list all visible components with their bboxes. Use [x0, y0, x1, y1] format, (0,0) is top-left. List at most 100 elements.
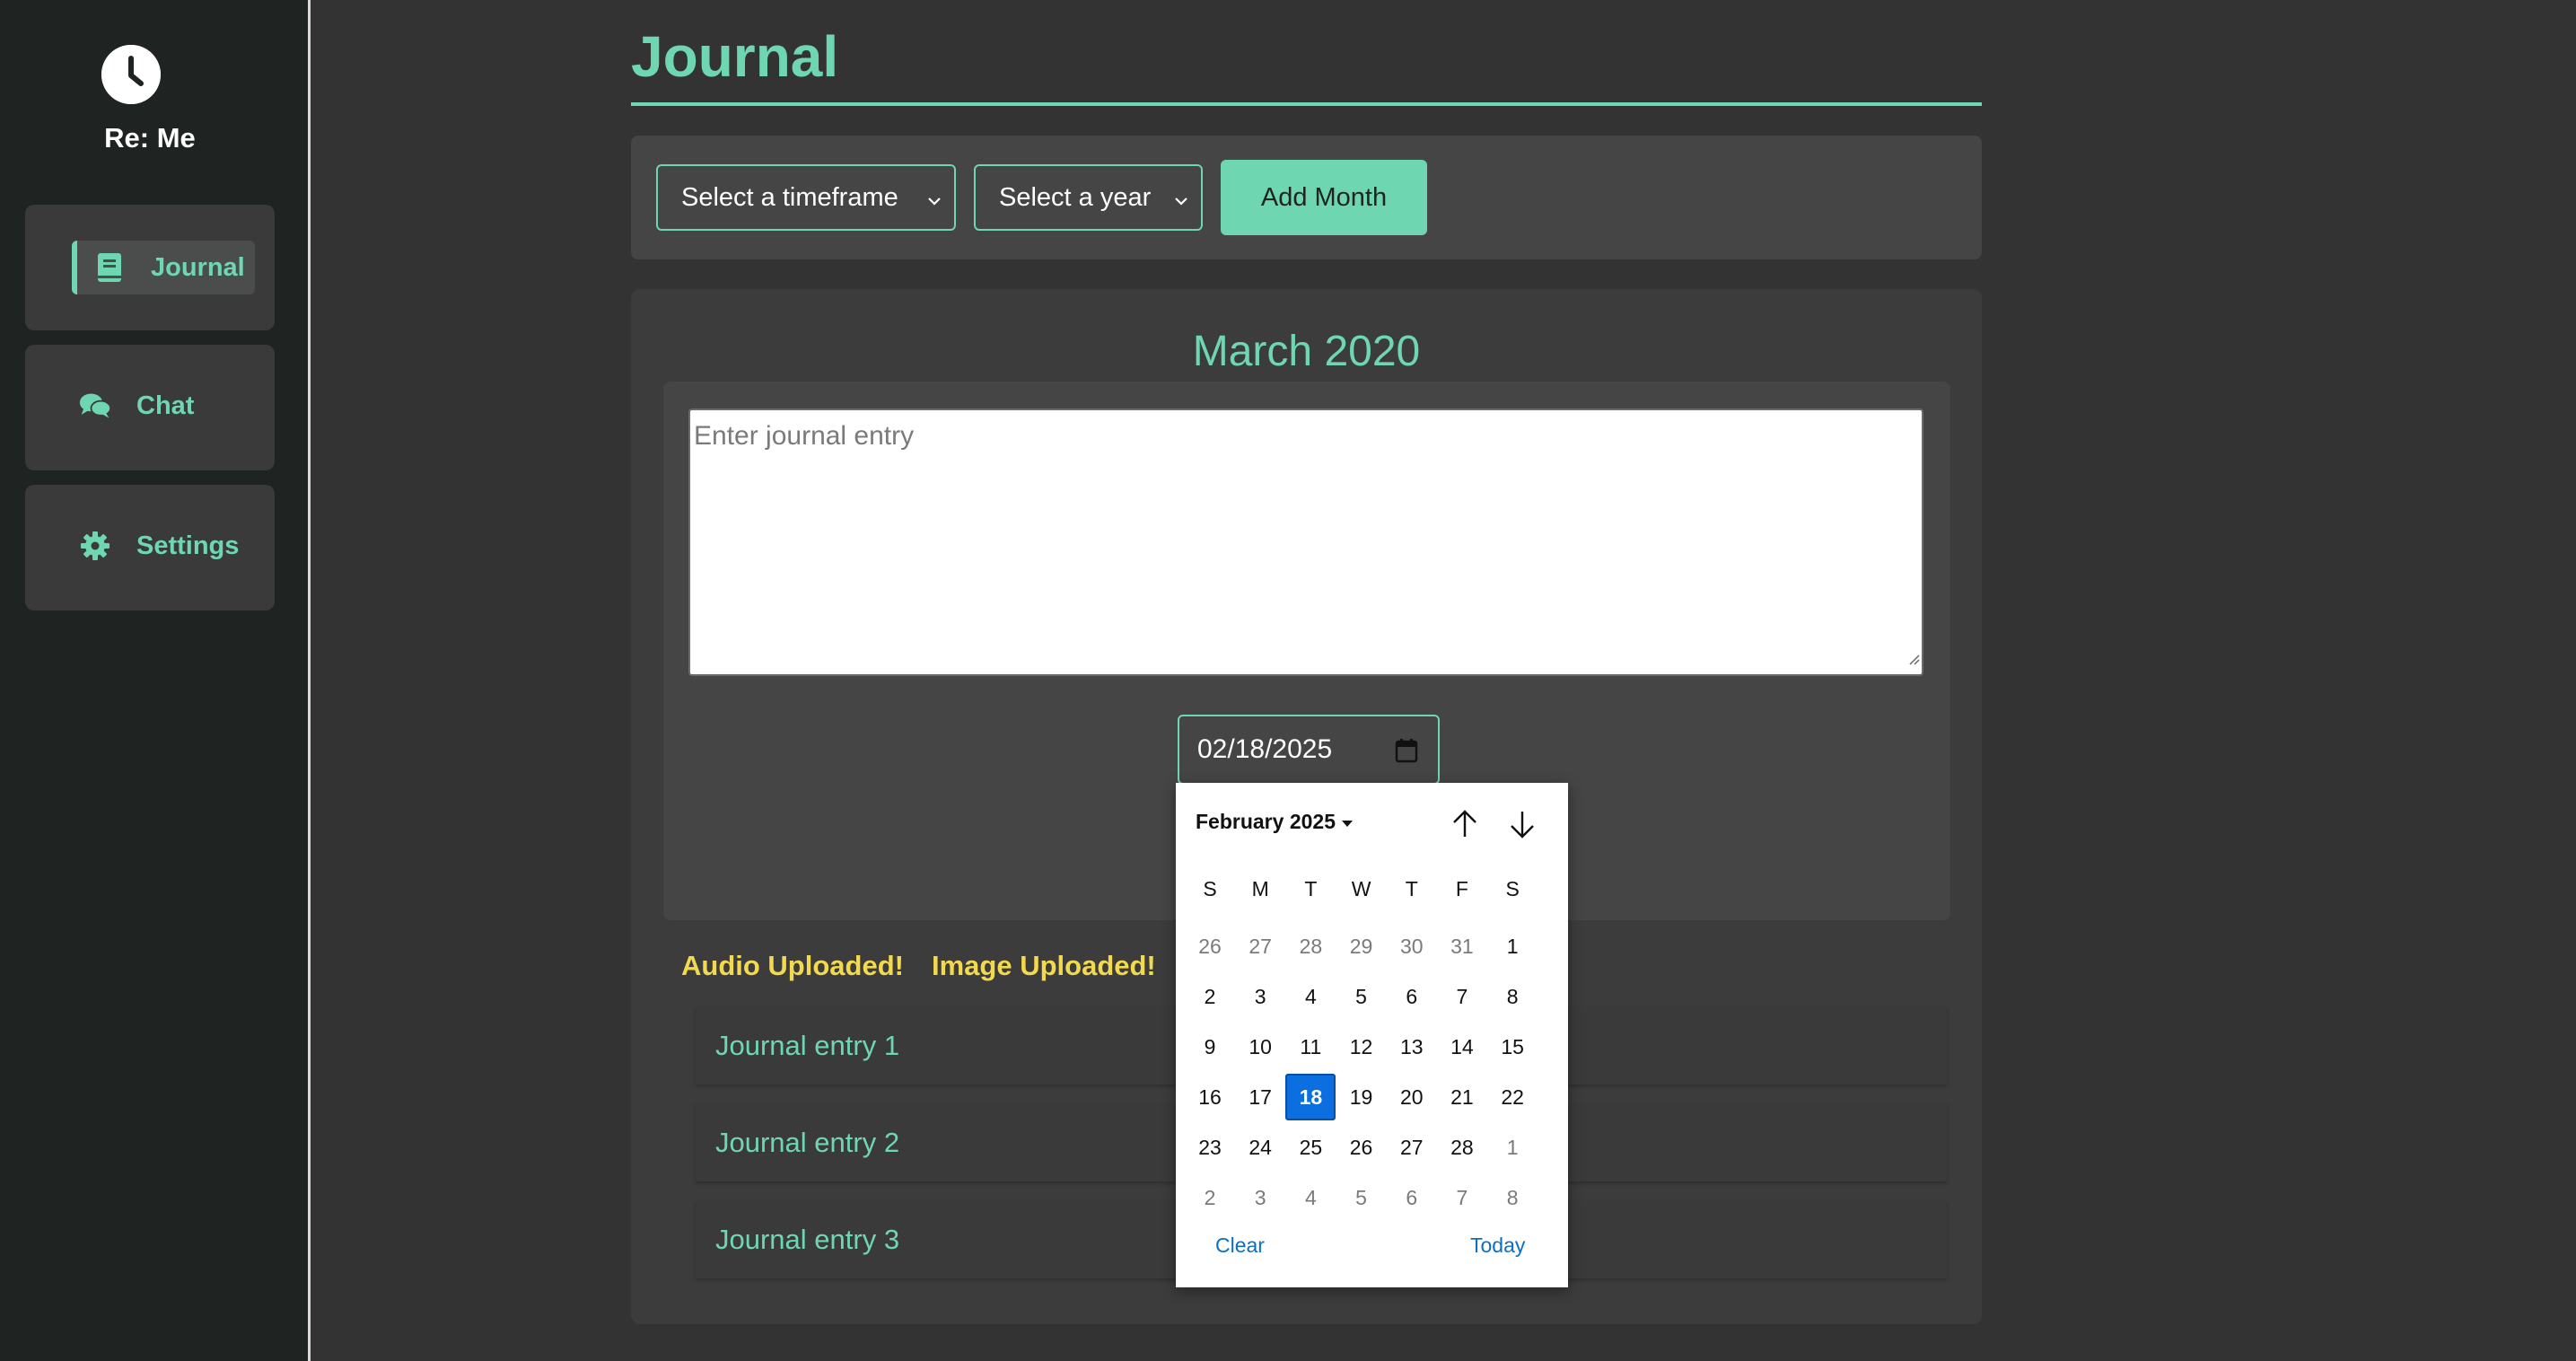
weekday-header-row: SMTWTFS: [1185, 873, 1562, 905]
day-cell[interactable]: 25: [1285, 1124, 1336, 1171]
day-cell[interactable]: 4: [1285, 973, 1336, 1020]
chevron-down-icon: [1172, 188, 1190, 217]
year-select[interactable]: Select a year: [974, 164, 1203, 231]
weekday-label: S: [1505, 876, 1520, 900]
grid-spacer: [1185, 905, 1562, 923]
datepicker-today-button[interactable]: Today: [1470, 1234, 1525, 1258]
book-icon: [93, 251, 126, 284]
day-cell[interactable]: 3: [1235, 973, 1285, 1020]
sidebar-item-settings[interactable]: Settings: [25, 485, 275, 610]
weekday-label: F: [1455, 876, 1468, 900]
clock-logo-icon: [101, 45, 161, 104]
day-cell[interactable]: 7: [1437, 973, 1487, 1020]
sidebar-item-chat-link[interactable]: Chat: [79, 390, 194, 422]
day-cell[interactable]: 14: [1437, 1023, 1487, 1070]
sidebar-item-label: Chat: [136, 391, 195, 420]
datepicker-clear-button[interactable]: Clear: [1215, 1234, 1265, 1258]
day-cell[interactable]: 7: [1437, 1174, 1487, 1221]
title-divider: [631, 102, 1982, 106]
day-cell[interactable]: 4: [1285, 1174, 1336, 1221]
day-cell[interactable]: 1: [1487, 1124, 1538, 1171]
weekday-label: T: [1304, 876, 1318, 900]
year-select-value: Select a year: [999, 182, 1152, 212]
datepicker-month-label: February 2025: [1196, 810, 1336, 833]
month-title: March 2020: [1192, 328, 1421, 375]
day-cell[interactable]: 5: [1336, 973, 1387, 1020]
day-cell[interactable]: 6: [1387, 1174, 1437, 1221]
day-cell[interactable]: 31: [1437, 923, 1487, 970]
day-cell[interactable]: 6: [1387, 973, 1437, 1020]
audio-upload-status: Audio Uploaded!: [681, 950, 904, 981]
selected-day-cell[interactable]: 18: [1285, 1074, 1336, 1120]
week-row: 2345678: [1185, 973, 1562, 1023]
day-cell[interactable]: 11: [1285, 1023, 1336, 1070]
week-row: 23 24 25 26 27 28 1: [1185, 1124, 1562, 1174]
day-cell[interactable]: 22: [1487, 1074, 1538, 1120]
add-month-button[interactable]: Add Month: [1221, 160, 1427, 235]
datepicker-popup: February 2025 S M T W T F S 26 27 28 29 30 31 1 2 3 4 5 6 7…: [1176, 783, 1568, 1287]
sidebar-item-label: Settings: [136, 531, 240, 560]
datepicker-grid: S M T W T F S 26 27 28 29 30 31 1 2 3 4 5 6 7 8 9 10 11 12 13 14 15…: [1185, 873, 1562, 1225]
week-row: 26 27 28 29 30 31 1: [1185, 923, 1562, 973]
app-root: Re: Me Journal Chat Settings Journal Sel…: [0, 0, 2576, 1361]
image-upload-status: Image Uploaded!: [932, 950, 1156, 981]
journal-entry-textarea[interactable]: Enter journal entry: [688, 408, 1923, 676]
week-row: 9 10 11 12 13 14 15: [1185, 1023, 1562, 1074]
sidebar-item-journal-link[interactable]: Journal: [72, 241, 255, 294]
day-cell[interactable]: 3: [1235, 1174, 1285, 1221]
caret-down-icon: [1341, 810, 1354, 833]
day-cell[interactable]: 23: [1185, 1124, 1235, 1171]
day-cell[interactable]: 2: [1185, 1174, 1235, 1221]
journal-entry-placeholder: Enter journal entry: [694, 421, 915, 451]
weekday-label: S: [1203, 876, 1217, 900]
entry-date-input[interactable]: 02/18/2025: [1178, 715, 1440, 785]
day-cell[interactable]: 8: [1487, 973, 1538, 1020]
calendar-icon[interactable]: [1395, 738, 1418, 770]
day-cell[interactable]: 20: [1387, 1074, 1437, 1120]
day-cell[interactable]: 19: [1336, 1074, 1387, 1120]
day-cell[interactable]: 29: [1336, 923, 1387, 970]
day-cell[interactable]: 26: [1185, 923, 1235, 970]
chat-bubbles-icon: [79, 390, 111, 422]
day-cell[interactable]: 27: [1387, 1124, 1437, 1171]
day-cell[interactable]: 28: [1285, 923, 1336, 970]
day-cell[interactable]: 5: [1336, 1174, 1387, 1221]
datepicker-month-selector[interactable]: February 2025: [1196, 810, 1354, 834]
sidebar-item-chat[interactable]: Chat: [25, 345, 275, 470]
sidebar: Re: Me Journal Chat Settings: [0, 0, 311, 1361]
day-cell[interactable]: 16: [1185, 1074, 1235, 1120]
weekday-label: T: [1405, 876, 1418, 900]
day-cell[interactable]: 26: [1336, 1124, 1387, 1171]
next-month-arrow-icon[interactable]: [1504, 806, 1540, 842]
timeframe-select[interactable]: Select a timeframe: [656, 164, 956, 231]
entry-date-value: 02/18/2025: [1197, 734, 1333, 764]
day-cell[interactable]: 12: [1336, 1023, 1387, 1070]
gear-icon: [79, 530, 111, 562]
day-cell[interactable]: 27: [1235, 923, 1285, 970]
day-cell[interactable]: 30: [1387, 923, 1437, 970]
toolbar: Select a timeframe Select a year Add Mon…: [631, 136, 1982, 259]
weekday-label: W: [1351, 876, 1371, 900]
page-title: Journal: [631, 24, 839, 89]
sidebar-item-label: Journal: [151, 252, 245, 282]
day-cell[interactable]: 13: [1387, 1023, 1437, 1070]
day-cell[interactable]: 28: [1437, 1124, 1487, 1171]
weekday-label: M: [1251, 876, 1269, 900]
day-cell[interactable]: 15: [1487, 1023, 1538, 1070]
day-cell[interactable]: 9: [1185, 1023, 1235, 1070]
day-cell[interactable]: 24: [1235, 1124, 1285, 1171]
day-cell[interactable]: 10: [1235, 1023, 1285, 1070]
chevron-down-icon: [925, 188, 943, 217]
sidebar-item-settings-link[interactable]: Settings: [79, 530, 239, 562]
previous-month-arrow-icon[interactable]: [1447, 806, 1483, 842]
day-cell[interactable]: 21: [1437, 1074, 1487, 1120]
week-row: 16 17 18 19 20 21 22: [1185, 1074, 1562, 1124]
timeframe-select-value: Select a timeframe: [681, 182, 898, 212]
sidebar-item-journal[interactable]: Journal: [25, 205, 275, 330]
day-cell[interactable]: 17: [1235, 1074, 1285, 1120]
day-cell[interactable]: 1: [1487, 923, 1538, 970]
day-cell[interactable]: 8: [1487, 1174, 1538, 1221]
day-cell[interactable]: 2: [1185, 973, 1235, 1020]
app-name: Re: Me: [104, 122, 196, 154]
resize-grip-icon[interactable]: [1906, 642, 1920, 672]
